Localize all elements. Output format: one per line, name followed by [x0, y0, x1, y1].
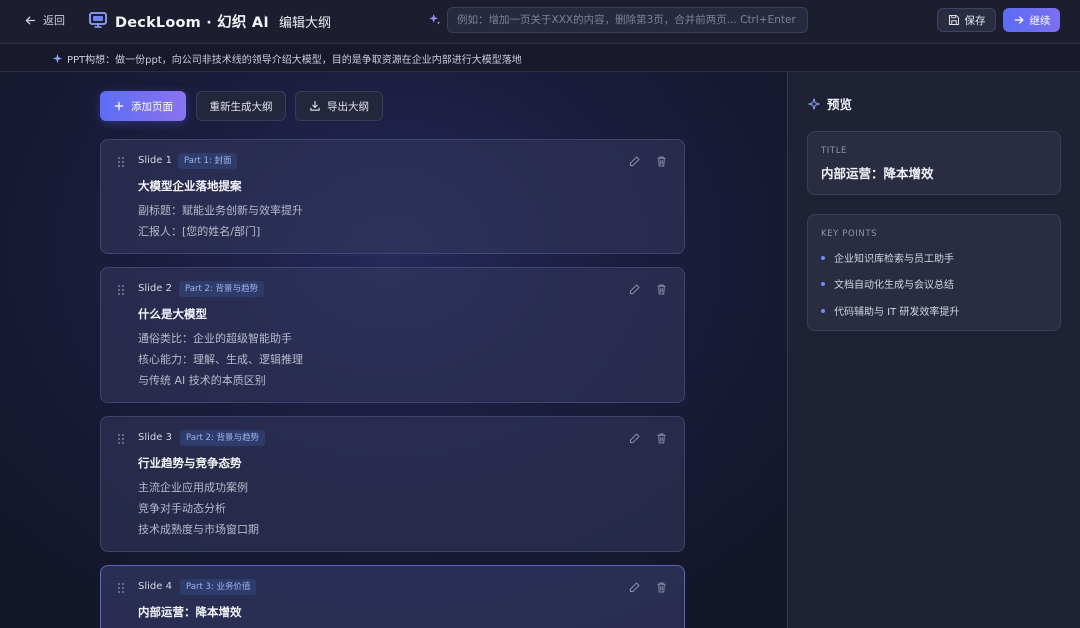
save-button[interactable]: 保存	[937, 8, 996, 32]
slide-bullet[interactable]: 技术成熟度与市场窗口期	[138, 523, 259, 544]
part-badge: Part 2: 背景与趋势	[180, 430, 265, 446]
key-point: 企业知识库检索与员工助手	[821, 250, 954, 265]
slide-bullet[interactable]: 通俗类比：企业的超级智能助手	[138, 332, 303, 353]
slide-bullet[interactable]: 主流企业应用成功案例	[138, 481, 259, 502]
back-button[interactable]: 返回	[24, 12, 65, 28]
key-point-text: 代码辅助与 IT 研发效率提升	[834, 307, 960, 318]
drag-handle-icon[interactable]	[117, 156, 125, 168]
preview-title: 内部运营：降本增效	[821, 166, 934, 181]
trash-icon[interactable]	[655, 432, 668, 445]
edit-icon[interactable]	[628, 432, 641, 445]
add-page-label: 添加页面	[131, 100, 173, 113]
drag-handle-icon[interactable]	[117, 433, 125, 445]
preview-heading: 预览	[808, 94, 852, 113]
slide-title[interactable]: 行业趋势与竞争态势	[138, 455, 242, 471]
slide-number: Slide 2	[138, 283, 172, 294]
bullet-dot	[821, 281, 825, 286]
slide-number: Slide 3	[138, 432, 172, 443]
top-bar: 返回 DeckLoom · 幻织 AI 编辑大纲 保存 继续	[0, 0, 1080, 44]
part-badge: Part 2: 背景与趋势	[179, 281, 264, 297]
part-badge: Part 1: 封面	[178, 153, 238, 169]
drag-handle-icon[interactable]	[117, 284, 125, 296]
trash-icon[interactable]	[655, 283, 668, 296]
slide-card[interactable]: Slide 4 Part 3: 业务价值 内部运营：降本增效	[100, 565, 685, 628]
edit-icon[interactable]	[628, 155, 641, 168]
plus-icon	[114, 101, 124, 111]
slide-title[interactable]: 内部运营：降本增效	[138, 604, 242, 620]
continue-label: 继续	[1029, 14, 1051, 27]
download-icon	[310, 100, 320, 111]
arrow-left-icon	[25, 16, 36, 24]
presentation-logo-icon	[89, 12, 107, 28]
slide-title[interactable]: 大模型企业落地提案	[138, 178, 242, 194]
bullet-dot	[821, 308, 825, 313]
title-label: TITLE	[821, 146, 847, 156]
slide-bullets: 副标题：赋能业务创新与效率提升 汇报人：[您的姓名/部门]	[138, 204, 303, 246]
slide-bullet[interactable]: 汇报人：[您的姓名/部门]	[138, 225, 303, 246]
preview-panel: 预览 TITLE 内部运营：降本增效 KEY POINTS 企业知识库检索与员工…	[787, 72, 1080, 628]
preview-title-box: TITLE 内部运营：降本增效	[807, 131, 1061, 195]
slide-title[interactable]: 什么是大模型	[138, 306, 207, 322]
preview-heading-label: 预览	[827, 97, 853, 112]
key-point-text: 企业知识库检索与员工助手	[834, 254, 954, 265]
sparkle-icon	[429, 13, 441, 25]
slide-card[interactable]: Slide 2 Part 2: 背景与趋势 什么是大模型 通俗类比：企业的超级智…	[100, 267, 685, 403]
trash-icon[interactable]	[655, 581, 668, 594]
part-badge: Part 3: 业务价值	[180, 579, 257, 595]
edit-icon[interactable]	[628, 581, 641, 594]
key-point-text: 文档自动化生成与会议总结	[834, 280, 954, 291]
slide-bullet[interactable]: 与传统 AI 技术的本质区别	[138, 374, 303, 395]
regenerate-label: 重新生成大纲	[209, 100, 273, 113]
concept-text: PPT构想：做一份ppt，向公司非技术线的领导介绍大模型，目的是争取资源在企业内…	[67, 55, 522, 66]
title-divider	[264, 15, 265, 27]
key-point: 文档自动化生成与会议总结	[821, 276, 954, 291]
sparkle-icon	[52, 53, 63, 64]
command-input[interactable]	[447, 7, 808, 33]
slide-bullets: 主流企业应用成功案例 竞争对手动态分析 技术成熟度与市场窗口期	[138, 481, 259, 544]
brand-name: DeckLoom · 幻织 AI	[115, 15, 269, 31]
arrow-right-icon	[1014, 16, 1023, 24]
export-outline-button[interactable]: 导出大纲	[295, 91, 383, 121]
key-points-box: KEY POINTS 企业知识库检索与员工助手 文档自动化生成与会议总结 代码辅…	[807, 214, 1061, 331]
slide-bullet[interactable]: 副标题：赋能业务创新与效率提升	[138, 204, 303, 225]
back-label: 返回	[43, 14, 65, 27]
slide-number: Slide 1	[138, 155, 172, 166]
key-points-label: KEY POINTS	[821, 229, 878, 239]
slide-card[interactable]: Slide 3 Part 2: 背景与趋势 行业趋势与竞争态势 主流企业应用成功…	[100, 416, 685, 552]
trash-icon[interactable]	[655, 155, 668, 168]
drag-handle-icon[interactable]	[117, 582, 125, 594]
page-title: 编辑大纲	[279, 16, 332, 31]
add-page-button[interactable]: 添加页面	[100, 91, 186, 121]
regenerate-outline-button[interactable]: 重新生成大纲	[196, 91, 286, 121]
slide-bullet[interactable]: 竞争对手动态分析	[138, 502, 259, 523]
bullet-dot	[821, 255, 825, 260]
sparkle-icon	[808, 97, 820, 110]
slide-card[interactable]: Slide 1 Part 1: 封面 大模型企业落地提案 副标题：赋能业务创新与…	[100, 139, 685, 254]
continue-button[interactable]: 继续	[1003, 8, 1060, 32]
export-label: 导出大纲	[327, 100, 369, 113]
save-icon	[948, 14, 959, 26]
slide-bullets: 通俗类比：企业的超级智能助手 核心能力：理解、生成、逻辑推理 与传统 AI 技术…	[138, 332, 303, 395]
slide-number: Slide 4	[138, 581, 172, 592]
save-label: 保存	[964, 14, 986, 27]
concept-bar: PPT构想：做一份ppt，向公司非技术线的领导介绍大模型，目的是争取资源在企业内…	[0, 44, 1080, 72]
slide-bullet[interactable]: 核心能力：理解、生成、逻辑推理	[138, 353, 303, 374]
key-point: 代码辅助与 IT 研发效率提升	[821, 303, 959, 318]
edit-icon[interactable]	[628, 283, 641, 296]
